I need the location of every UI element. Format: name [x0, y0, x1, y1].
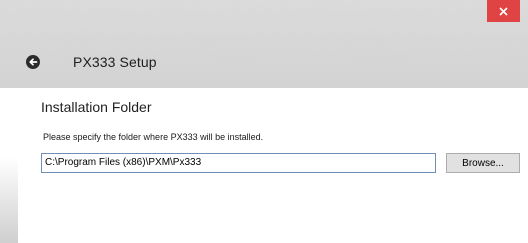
window-title: PX333 Setup	[73, 54, 157, 70]
instruction-text: Please specify the folder where PX333 wi…	[43, 132, 264, 142]
browse-button[interactable]: Browse...	[446, 153, 520, 173]
back-button[interactable]	[26, 55, 40, 69]
left-edge-shade	[0, 88, 18, 243]
title-bar: PX333 Setup	[0, 0, 528, 88]
setup-window: PX333 Setup Installation Folder Please s…	[0, 0, 528, 243]
close-icon	[499, 6, 508, 16]
install-path-input[interactable]	[41, 153, 436, 173]
back-arrow-icon	[26, 55, 40, 69]
close-button[interactable]	[487, 0, 520, 22]
page-heading: Installation Folder	[41, 99, 152, 115]
